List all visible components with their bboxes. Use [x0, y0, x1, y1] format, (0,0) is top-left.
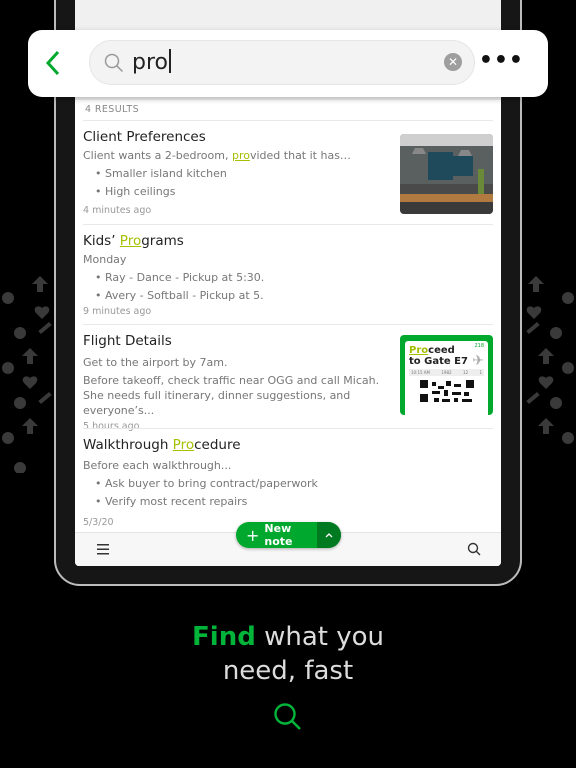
- decorative-pattern: [2, 276, 52, 473]
- new-note-button[interactable]: + New note: [236, 522, 341, 548]
- airplane-icon: ✈: [472, 353, 484, 369]
- note-time: 9 minutes ago: [83, 306, 152, 317]
- more-options-icon[interactable]: •••: [479, 50, 524, 72]
- qr-code: [419, 380, 474, 402]
- note-item[interactable]: Flight Details Get to the airport by 7am…: [83, 324, 493, 432]
- kitchen-thumbnail: [400, 134, 493, 214]
- note-title: Kids’ Programs: [83, 233, 184, 249]
- note-title: Walkthrough Procedure: [83, 437, 241, 453]
- search-icon: [104, 53, 124, 73]
- boarding-pass-thumbnail: Proceed to Gate E7 218 ✈ 10:15 AM 1982 12 1: [400, 335, 493, 415]
- back-arrow-icon[interactable]: [42, 48, 64, 78]
- results-count: 4 RESULTS: [85, 104, 140, 115]
- bullet: Ray - Dance - Pickup at 5:30.: [83, 270, 493, 285]
- search-icon: [274, 703, 301, 730]
- menu-icon[interactable]: [97, 544, 109, 555]
- bullet: Verify most recent repairs: [83, 494, 493, 509]
- tagline: Find what you need, fast: [192, 622, 384, 686]
- bullet: Avery - Softball - Pickup at 5.: [83, 288, 493, 303]
- search-icon[interactable]: [467, 542, 481, 556]
- search-header: pro ✕ •••: [28, 30, 548, 97]
- note-item[interactable]: Walkthrough Procedure Before each walkth…: [83, 428, 493, 532]
- note-item[interactable]: Client Preferences Client wants a 2-bedr…: [83, 120, 493, 224]
- bullet: Ask buyer to bring contract/paperwork: [83, 476, 493, 491]
- clear-search-button[interactable]: ✕: [444, 53, 462, 71]
- search-input[interactable]: pro ✕: [89, 40, 475, 85]
- plus-icon: +: [246, 525, 260, 545]
- note-item[interactable]: Kids’ Programs Monday Ray - Dance - Pick…: [83, 224, 493, 324]
- decorative-pattern: [526, 276, 574, 444]
